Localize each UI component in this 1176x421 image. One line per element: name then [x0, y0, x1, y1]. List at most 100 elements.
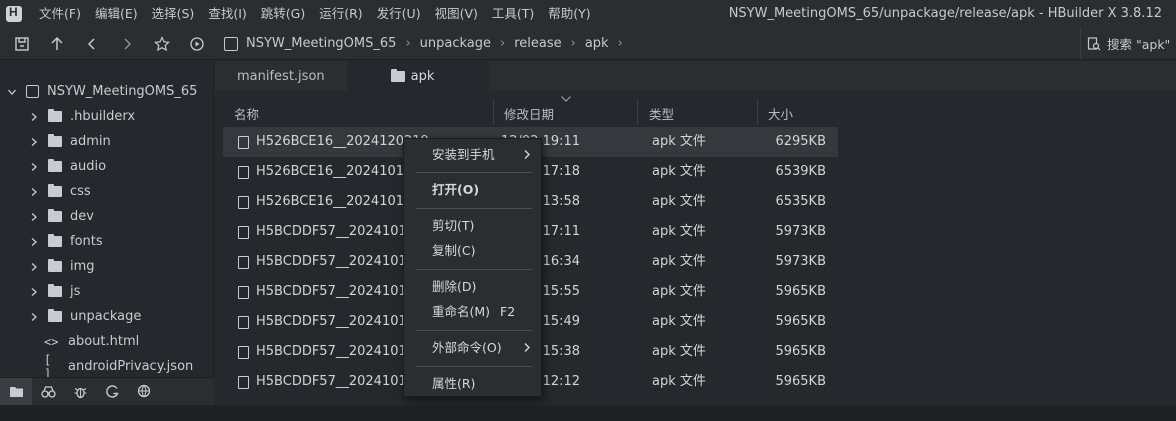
file-type: apk 文件 [652, 164, 706, 179]
editor-tab-bar: manifest.json apk [215, 61, 1176, 91]
tree-item-label: unpackage [70, 309, 142, 324]
tab-label: apk [410, 68, 435, 84]
tree-item-admin[interactable]: admin [0, 129, 214, 154]
run-icon[interactable] [184, 31, 210, 57]
tree-item-label: fonts [70, 234, 103, 249]
column-divider[interactable] [637, 99, 638, 125]
menu-view[interactable]: 视图(V) [428, 0, 485, 28]
column-header-date[interactable]: 修改日期 [504, 101, 554, 125]
project-explorer: NSYW_MeetingOMS_65 .hbuilderx admin audi… [0, 61, 214, 405]
menu-goto[interactable]: 跳转(G) [254, 0, 312, 28]
column-header-size[interactable]: 大小 [768, 101, 793, 125]
tree-item-label: androidPrivacy.json [68, 359, 194, 374]
cloud-globe-icon[interactable] [128, 378, 160, 406]
menu-item-install-to-phone[interactable]: 安装到手机 [404, 142, 541, 167]
chevron-right-icon[interactable] [28, 186, 40, 198]
menu-item-label: 安装到手机 [432, 147, 495, 162]
file-icon [238, 135, 249, 149]
file-size: 5965KB [775, 314, 826, 329]
tree-item-label: img [70, 259, 95, 274]
chevron-right-icon[interactable] [28, 136, 40, 148]
breadcrumb-apk[interactable]: apk [585, 36, 609, 51]
folder-icon [48, 109, 62, 122]
breadcrumb-release[interactable]: release [514, 36, 561, 51]
menu-item-open[interactable]: 打开(O) [404, 177, 541, 202]
breadcrumb-separator-icon: › [500, 36, 506, 51]
toolbar: NSYW_MeetingOMS_65 › unpackage › release… [0, 28, 1176, 60]
tree-item-css[interactable]: css [0, 179, 214, 204]
tree-item-about-html[interactable]: <> about.html [0, 329, 214, 354]
back-arrow-icon[interactable] [79, 31, 105, 57]
tree-project-root[interactable]: NSYW_MeetingOMS_65 [0, 79, 214, 104]
column-divider[interactable] [757, 99, 758, 125]
column-divider[interactable] [493, 99, 494, 125]
tab-manifest-json[interactable]: manifest.json [215, 61, 347, 91]
chevron-right-icon[interactable] [28, 311, 40, 323]
bug-icon[interactable] [64, 378, 96, 406]
menu-tools[interactable]: 工具(T) [485, 0, 541, 28]
tree-item-hbuilderx[interactable]: .hbuilderx [0, 104, 214, 129]
tree-item-img[interactable]: img [0, 254, 214, 279]
chevron-right-icon[interactable] [28, 111, 40, 123]
folder-icon [48, 234, 62, 247]
explorer-icon[interactable] [0, 377, 32, 406]
file-icon [238, 345, 249, 359]
menu-item-properties[interactable]: 属性(R) [404, 371, 541, 396]
chevron-right-icon[interactable] [28, 161, 40, 173]
menu-separator [416, 172, 532, 173]
tab-apk[interactable]: apk [346, 61, 491, 91]
breadcrumb-separator-icon: › [570, 36, 576, 51]
folder-icon [48, 259, 62, 272]
project-icon [224, 36, 238, 51]
tree-item-audio[interactable]: audio [0, 154, 214, 179]
menu-item-external-command[interactable]: 外部命令(O) [404, 335, 541, 360]
tree-item-label: NSYW_MeetingOMS_65 [47, 84, 198, 99]
menu-separator [416, 366, 532, 367]
breadcrumb-separator-icon: › [617, 36, 623, 51]
tree-item-androidprivacy-json[interactable]: [ ] androidPrivacy.json [0, 353, 214, 381]
status-bar [0, 405, 1176, 421]
breadcrumb-project[interactable]: NSYW_MeetingOMS_65 [246, 36, 396, 51]
star-icon[interactable] [149, 31, 175, 57]
save-file-icon[interactable] [9, 31, 35, 57]
tree-item-dev[interactable]: dev [0, 204, 214, 229]
binoculars-icon[interactable] [32, 378, 64, 406]
tree-item-label: about.html [68, 334, 140, 349]
column-header-type[interactable]: 类型 [649, 101, 674, 125]
folder-icon [390, 68, 405, 82]
arrow-up-icon[interactable] [44, 31, 70, 57]
tree-item-js[interactable]: js [0, 279, 214, 304]
menu-file[interactable]: 文件(F) [32, 0, 88, 28]
breadcrumb-unpackage[interactable]: unpackage [420, 36, 491, 51]
menu-help[interactable]: 帮助(Y) [541, 0, 597, 28]
menu-item-delete[interactable]: 删除(D) [404, 274, 541, 299]
tree-item-fonts[interactable]: fonts [0, 229, 214, 254]
menu-edit[interactable]: 编辑(E) [88, 0, 145, 28]
chevron-right-icon[interactable] [28, 286, 40, 298]
chevron-right-icon[interactable] [28, 236, 40, 248]
file-size: 6535KB [775, 194, 826, 209]
menu-publish[interactable]: 发行(U) [370, 0, 428, 28]
menu-item-cut[interactable]: 剪切(T) [404, 213, 541, 238]
menu-find[interactable]: 查找(I) [201, 0, 253, 28]
git-icon[interactable] [96, 378, 128, 406]
tree-item-unpackage[interactable]: unpackage [0, 304, 214, 329]
chevron-right-icon[interactable] [28, 261, 40, 273]
menu-item-copy[interactable]: 复制(C) [404, 238, 541, 263]
file-type: apk 文件 [652, 254, 706, 269]
chevron-down-icon[interactable] [6, 86, 18, 98]
folder-icon [48, 184, 62, 197]
forward-arrow-icon[interactable] [114, 31, 140, 57]
chevron-right-icon[interactable] [28, 211, 40, 223]
file-list-panel: 名称 修改日期 类型 大小 H526BCE16__2024120219 12/0… [215, 91, 1176, 405]
folder-icon [48, 134, 62, 147]
file-icon [238, 195, 249, 209]
tree-item-label: dev [70, 209, 94, 224]
menu-run[interactable]: 运行(R) [312, 0, 369, 28]
sort-chevron-down-icon[interactable] [560, 95, 572, 103]
search-box[interactable]: 搜索 "apk" [1080, 28, 1176, 59]
column-header-name[interactable]: 名称 [234, 101, 259, 125]
file-icon [238, 285, 249, 299]
menu-item-rename[interactable]: 重命名(M) F2 [404, 299, 541, 324]
menu-select[interactable]: 选择(S) [145, 0, 202, 28]
